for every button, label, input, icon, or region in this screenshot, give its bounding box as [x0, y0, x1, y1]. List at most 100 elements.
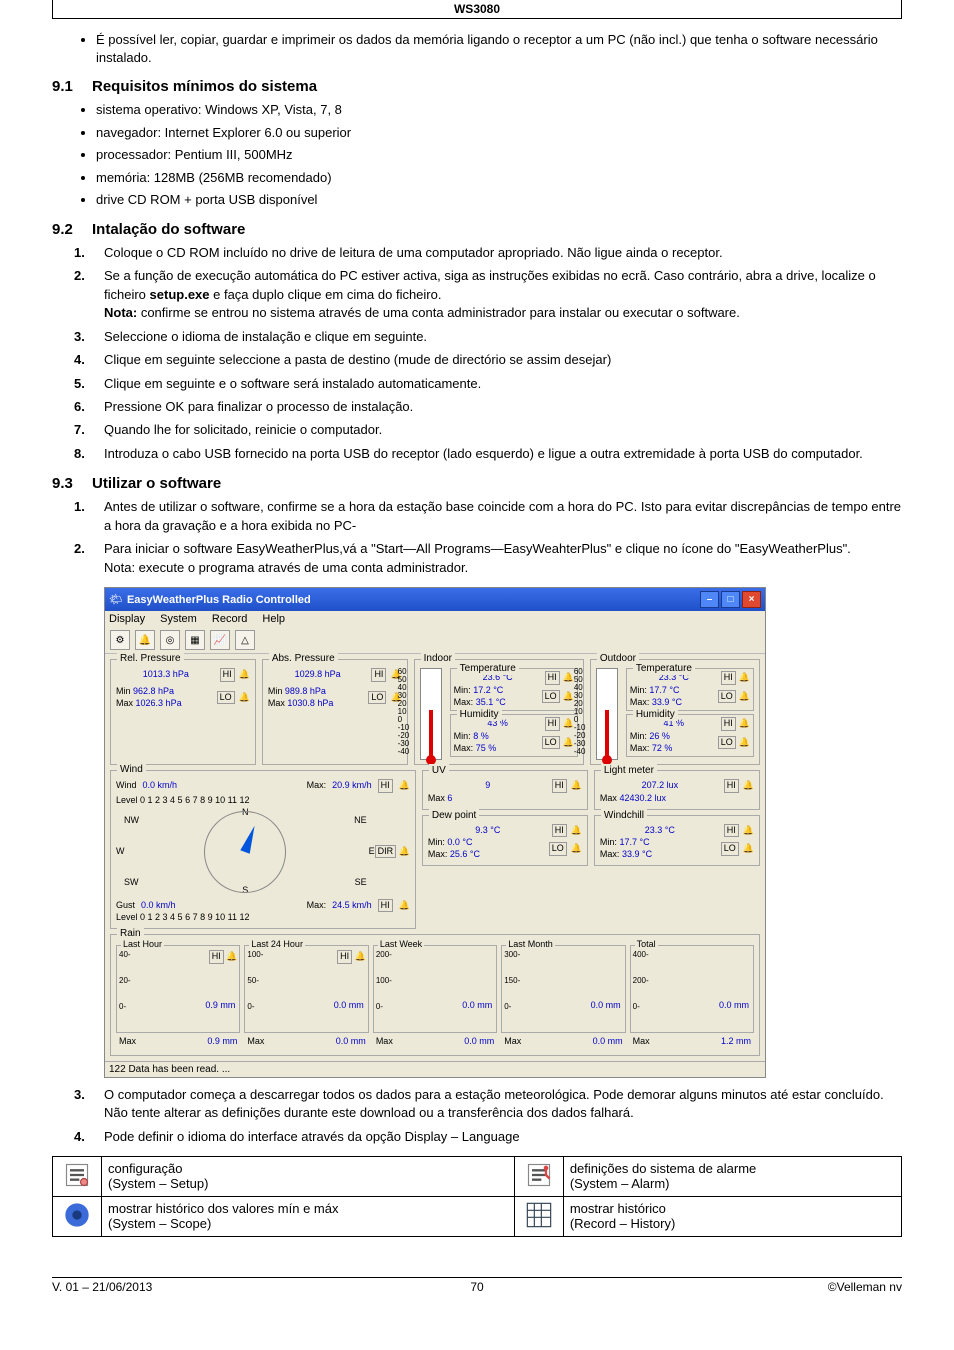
toolbar-alarm-icon[interactable]: 🔔 — [135, 630, 155, 650]
indoor-thermometer-icon — [420, 668, 442, 760]
outdoor-temp-lo[interactable]: LO — [718, 690, 736, 704]
indoor-hum-hi[interactable]: HI — [545, 717, 560, 731]
step: 5.Clique em seguinte e o software será i… — [52, 375, 902, 393]
bell-icon[interactable]: 🔔 — [743, 780, 754, 792]
rel-pressure-legend: Rel. Pressure — [117, 653, 184, 664]
req-item: sistema operativo: Windows XP, Vista, 7,… — [96, 101, 902, 119]
bell-icon[interactable]: 🔔 — [739, 691, 750, 703]
step: 7.Quando lhe for solicitado, reinicie o … — [52, 421, 902, 439]
bell-icon[interactable]: 🔔 — [399, 846, 410, 856]
app-title: EasyWeatherPlus Radio Controlled — [127, 594, 698, 606]
compass-w: W — [116, 846, 125, 858]
bell-icon[interactable]: 🔔 — [399, 900, 410, 912]
toolbar-history-icon[interactable]: ▦ — [185, 630, 205, 650]
bell-icon[interactable]: 🔔 — [399, 780, 410, 792]
wind-value: 0.0 km/h — [143, 780, 178, 792]
config-table: configuração(System – Setup)definições d… — [52, 1156, 902, 1237]
footer: V. 01 – 21/06/2013 70 ©Velleman nv — [52, 1277, 902, 1294]
menu-system[interactable]: System — [160, 613, 197, 625]
windchill-value: 23.3 °C — [600, 825, 720, 837]
indoor-legend: Indoor — [421, 653, 455, 664]
titlebar: 🌤 EasyWeatherPlus Radio Controlled – □ × — [105, 588, 765, 611]
indoor-hum-min-label: Min: — [454, 731, 471, 741]
dew-min: 0.0 °C — [447, 837, 472, 847]
outdoor-hum-min: 26 % — [649, 731, 670, 741]
bell-icon[interactable]: 🔔 — [739, 737, 750, 749]
bell-icon[interactable]: 🔔 — [743, 843, 754, 855]
req-item: navegador: Internet Explorer 6.0 ou supe… — [96, 124, 902, 142]
bell-icon[interactable]: 🔔 — [739, 718, 750, 730]
bell-icon[interactable]: 🔔 — [563, 672, 574, 684]
windchill-min: 17.7 °C — [619, 837, 649, 847]
step: 1.Coloque o CD ROM incluído no drive de … — [52, 244, 902, 262]
rel-pressure-hi[interactable]: HI — [220, 668, 235, 682]
toolbar-graph-icon[interactable]: 📈 — [210, 630, 230, 650]
bell-icon[interactable]: 🔔 — [739, 672, 750, 684]
wind-dir[interactable]: DIR — [375, 845, 397, 859]
gust-label: Gust — [116, 900, 135, 912]
config-icon — [514, 1157, 563, 1197]
bell-icon[interactable]: 🔔 — [239, 692, 250, 704]
outdoor-hum-lo[interactable]: LO — [718, 736, 736, 750]
bell-icon[interactable]: 🔔 — [563, 691, 574, 703]
outdoor-temp-max-label: Max: — [630, 697, 650, 707]
menu-display[interactable]: Display — [109, 613, 145, 625]
toolbar-setup-icon[interactable]: ⚙ — [110, 630, 130, 650]
abs-pressure-min: 989.8 hPa — [285, 686, 326, 696]
outdoor-hum-hi[interactable]: HI — [721, 717, 736, 731]
bell-icon[interactable]: 🔔 — [743, 825, 754, 837]
step: 4.Pode definir o idioma do interface atr… — [52, 1128, 902, 1146]
indoor-temp-hi[interactable]: HI — [545, 671, 560, 685]
outdoor-thermo-ticks: 60 50 40 30 20 10 0 -10 -20 -30 -40 — [574, 668, 586, 756]
step: 4.Clique em seguinte seleccione a pasta … — [52, 351, 902, 369]
rel-pressure-value: 1013.3 hPa — [116, 669, 216, 681]
outdoor-temp-hi[interactable]: HI — [721, 671, 736, 685]
menu-help[interactable]: Help — [262, 613, 285, 625]
indoor-temp-lo[interactable]: LO — [542, 690, 560, 704]
gust-value: 0.0 km/h — [141, 900, 176, 912]
rain-column: Last Month300-150-0-0.0 mmMax0.0 mm — [501, 945, 625, 1033]
step: 3.O computador começa a descarregar todo… — [52, 1086, 902, 1123]
compass-se: SE — [355, 877, 367, 889]
light-hi[interactable]: HI — [724, 779, 739, 793]
uv-hi[interactable]: HI — [552, 779, 567, 793]
bell-icon[interactable]: 🔔 — [563, 718, 574, 730]
rain-column: Last Hour40-20-0-HI 🔔0.9 mmMax0.9 mm — [116, 945, 240, 1033]
abs-pressure-max-label: Max — [268, 698, 285, 708]
bell-icon[interactable]: 🔔 — [239, 669, 250, 681]
gust-hi[interactable]: HI — [378, 899, 393, 913]
outdoor-thermometer-icon — [596, 668, 618, 760]
wind-level-label: Level — [116, 795, 138, 805]
wind-hi[interactable]: HI — [378, 779, 393, 793]
bell-icon[interactable]: 🔔 — [571, 780, 582, 792]
windchill-lo[interactable]: LO — [721, 842, 739, 856]
minimize-button[interactable]: – — [700, 591, 719, 608]
step: 8.Introduza o cabo USB fornecido na port… — [52, 445, 902, 463]
indoor-hum-lo[interactable]: LO — [542, 736, 560, 750]
bell-icon[interactable]: 🔔 — [571, 825, 582, 837]
config-desc-left: configuração(System – Setup) — [102, 1157, 515, 1197]
windchill-hi[interactable]: HI — [724, 824, 739, 838]
rel-pressure-lo[interactable]: LO — [217, 691, 235, 705]
bell-icon[interactable]: 🔔 — [563, 737, 574, 749]
menu-record[interactable]: Record — [212, 613, 247, 625]
maximize-button[interactable]: □ — [721, 591, 740, 608]
config-icon — [53, 1197, 102, 1237]
req-item: drive CD ROM + porta USB disponível — [96, 191, 902, 209]
indoor-temp-min-label: Min: — [454, 685, 471, 695]
abs-pressure-hi[interactable]: HI — [371, 668, 386, 682]
toolbar-scope-icon[interactable]: ◎ — [160, 630, 180, 650]
dew-max: 25.6 °C — [450, 849, 480, 859]
close-button[interactable]: × — [742, 591, 761, 608]
windchill-min-label: Min: — [600, 837, 617, 847]
toolbar-about-icon[interactable]: △ — [235, 630, 255, 650]
dew-lo[interactable]: LO — [549, 842, 567, 856]
dew-hi[interactable]: HI — [552, 824, 567, 838]
step: 6.Pressione OK para finalizar o processo… — [52, 398, 902, 416]
abs-pressure-lo[interactable]: LO — [368, 691, 386, 705]
indoor-hum-legend: Humidity — [457, 708, 502, 721]
indoor-hum-min: 8 % — [473, 731, 489, 741]
bell-icon[interactable]: 🔔 — [571, 843, 582, 855]
light-max: 42430.2 lux — [619, 793, 666, 803]
req-item: processador: Pentium III, 500MHz — [96, 146, 902, 164]
